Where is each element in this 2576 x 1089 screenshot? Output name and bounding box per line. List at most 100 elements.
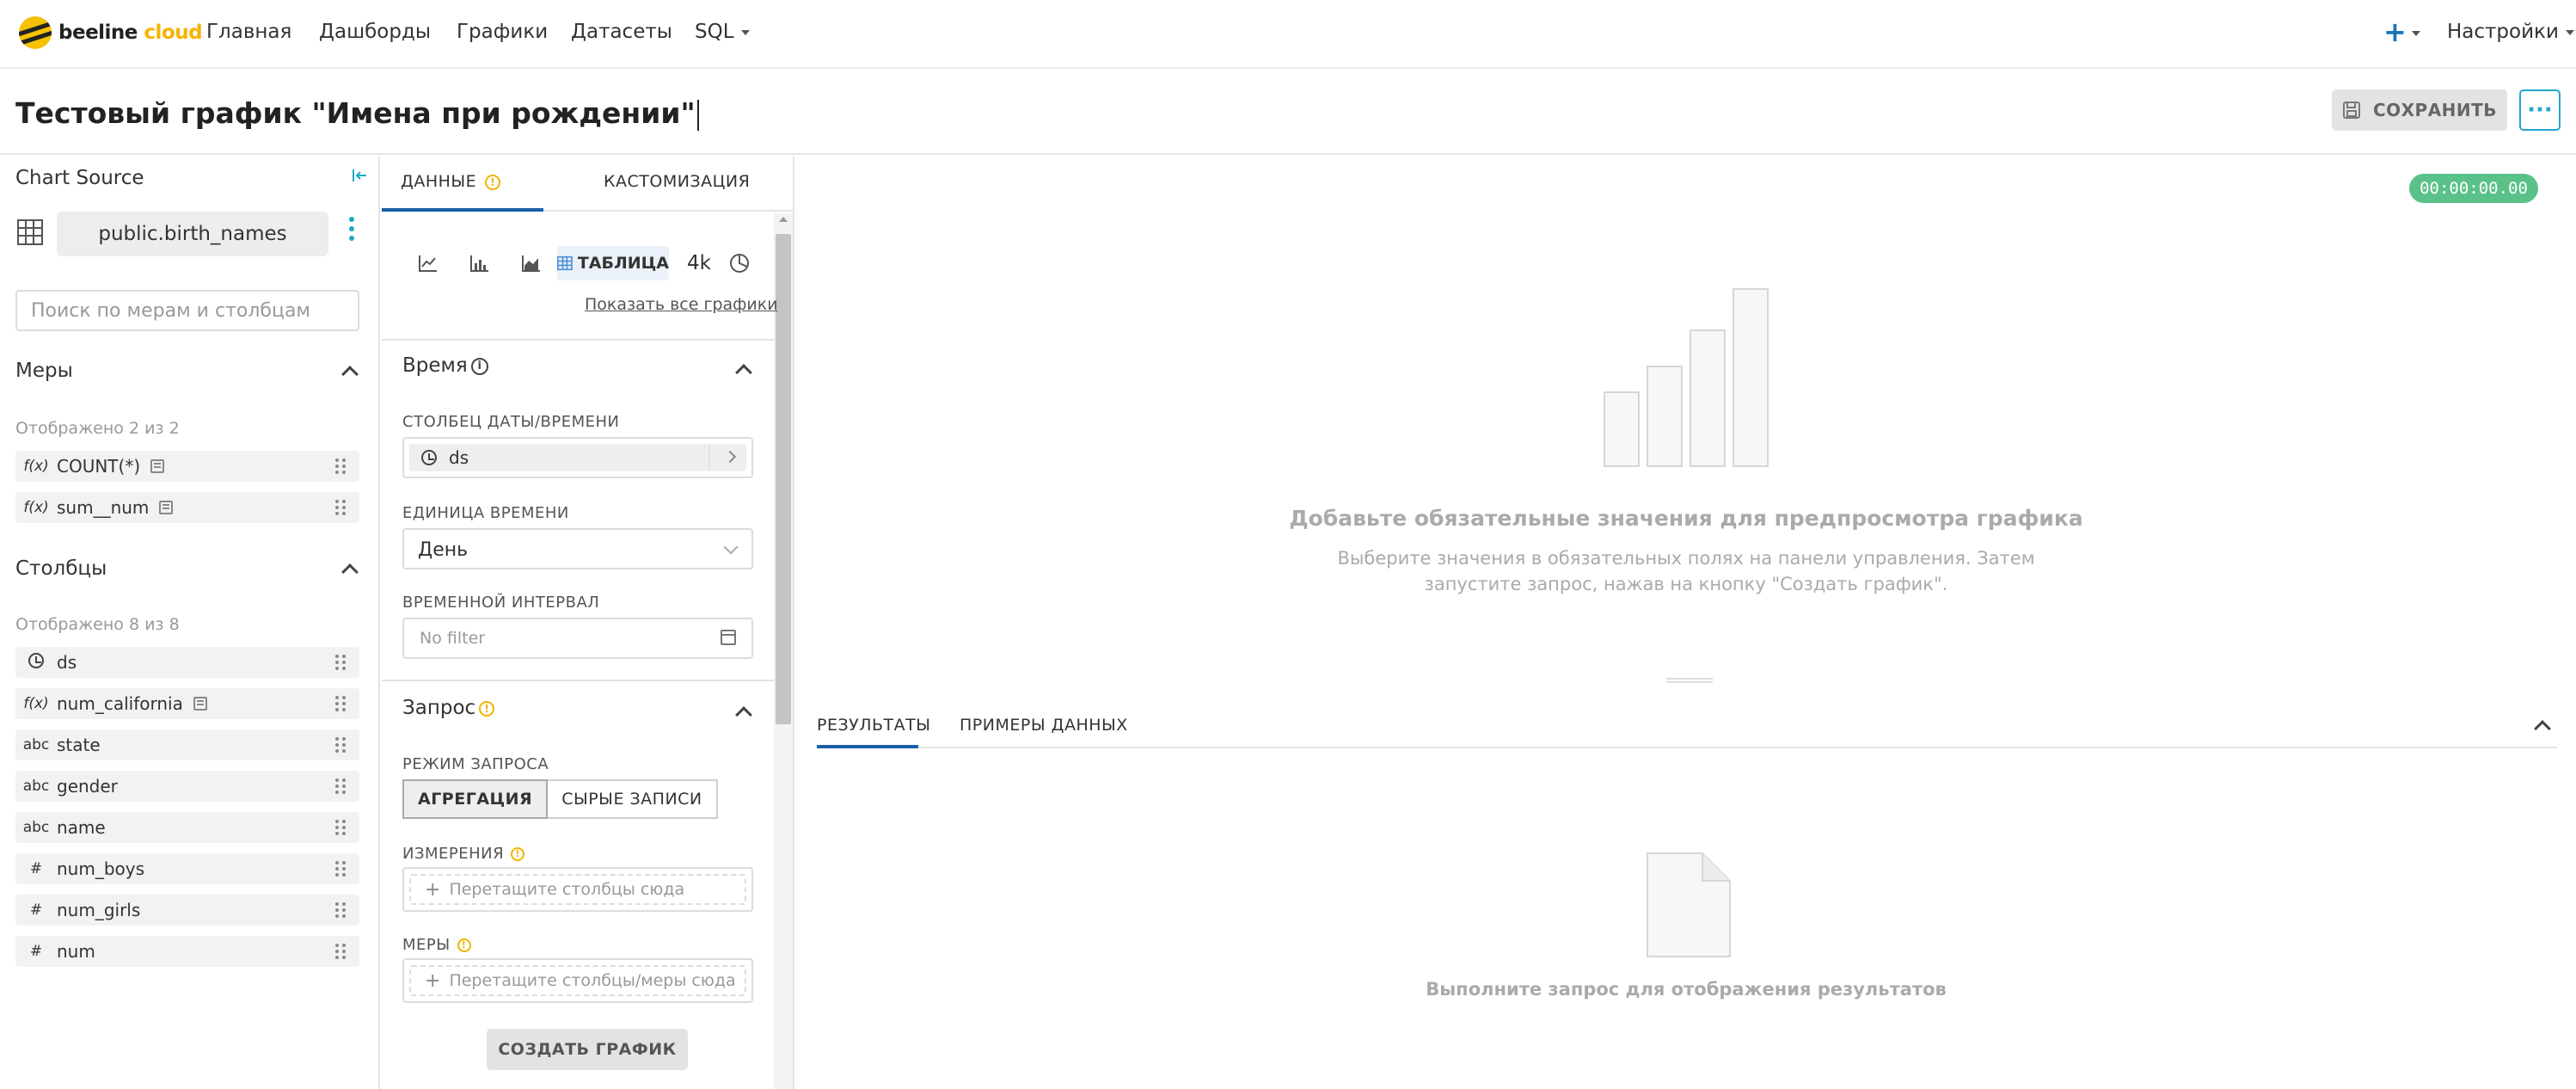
tab-customize[interactable]: КАСТОМИЗАЦИЯ	[604, 172, 750, 191]
query-mode-raw-button[interactable]: СЫРЫЕ ЗАПИСИ	[548, 779, 718, 819]
column-item[interactable]: abc state	[15, 729, 359, 760]
query-mode-label: РЕЖИМ ЗАПРОСА	[402, 755, 549, 773]
metrics-placeholder: Перетащите столбцы/меры сюда	[449, 971, 736, 990]
bar-chart-icon[interactable]	[454, 246, 506, 280]
drag-handle-icon[interactable]	[335, 458, 346, 474]
datasource-name[interactable]: public.birth_names	[57, 212, 328, 256]
drag-handle-icon[interactable]	[335, 861, 346, 877]
scrollbar-thumb[interactable]	[776, 234, 791, 724]
dimensions-drop-target[interactable]: + Перетащите столбцы сюда	[409, 874, 746, 905]
drag-handle-icon[interactable]	[335, 944, 346, 959]
datasource-menu-icon[interactable]	[349, 217, 354, 241]
calculator-icon	[159, 501, 174, 514]
time-column-value: ds	[449, 447, 469, 468]
drag-handle-icon[interactable]	[335, 696, 346, 711]
tab-samples[interactable]: ПРИМЕРЫ ДАННЫХ	[960, 716, 1128, 735]
nav-item-sql[interactable]: SQL	[695, 21, 750, 43]
time-column-select[interactable]: ds	[402, 437, 753, 478]
brand-logo[interactable]: beeline cloud	[19, 15, 203, 50]
resize-handle[interactable]	[1666, 678, 1713, 683]
section-divider	[382, 339, 774, 341]
chart-title-input[interactable]: Тестовый график "Имена при рождении"	[15, 96, 699, 131]
warning-icon: !	[457, 938, 471, 952]
dimensions-label: ИЗМЕРЕНИЯ!	[402, 845, 525, 863]
new-item-menu[interactable]: +	[2383, 15, 2420, 48]
columns-count: Отображено 8 из 8	[15, 615, 180, 634]
drag-handle-icon[interactable]	[335, 902, 346, 918]
metrics-drop-target[interactable]: + Перетащите столбцы/меры сюда	[409, 965, 746, 996]
string-type-icon: abc	[22, 736, 50, 754]
time-grain-select[interactable]: День	[402, 528, 753, 569]
table-icon	[557, 255, 573, 271]
column-item[interactable]: # num	[15, 936, 359, 967]
drag-handle-icon[interactable]	[335, 737, 346, 753]
chevron-down-icon	[2565, 29, 2574, 35]
more-actions-button[interactable]: ···	[2519, 89, 2561, 131]
warning-icon: !	[485, 174, 501, 190]
top-navbar: beeline cloud Главная Дашборды Графики Д…	[0, 0, 2576, 69]
drag-handle-icon[interactable]	[335, 655, 346, 670]
chevron-up-icon[interactable]	[341, 366, 359, 383]
viz-table-label: ТАБЛИЦА	[577, 254, 669, 273]
query-section-title[interactable]: Запрос!	[402, 697, 495, 719]
column-item[interactable]: ds	[15, 647, 359, 678]
control-panel: ДАННЫЕ! КАСТОМИЗАЦИЯ ТАБЛИЦА 4k Показать…	[382, 157, 794, 1089]
line-chart-icon[interactable]	[402, 246, 454, 280]
collapse-panel-icon[interactable]	[351, 167, 368, 189]
brand-name: beeline cloud	[58, 22, 203, 44]
column-item[interactable]: f(x) num_california	[15, 688, 359, 719]
warning-icon: !	[511, 847, 525, 861]
chart-container: 00:00:00.00 Добавьте обязательные значен…	[796, 157, 2576, 1089]
warning-icon: !	[479, 700, 495, 717]
nav-item-datasets[interactable]: Датасеты	[571, 21, 672, 43]
drag-handle-icon[interactable]	[335, 500, 346, 515]
nav-item-home[interactable]: Главная	[206, 21, 291, 43]
chevron-up-icon[interactable]	[735, 706, 752, 723]
column-item[interactable]: # num_girls	[15, 895, 359, 926]
time-range-value: No filter	[420, 629, 486, 648]
metric-item[interactable]: f(x) sum__num	[15, 492, 359, 523]
columns-section-title[interactable]: Столбцы	[15, 557, 107, 580]
column-item[interactable]: abc gender	[15, 771, 359, 802]
tab-data[interactable]: ДАННЫЕ!	[401, 172, 501, 191]
dimensions-dropzone[interactable]: + Перетащите столбцы сюда	[402, 867, 753, 912]
create-chart-button[interactable]: СОЗДАТЬ ГРАФИК	[487, 1029, 688, 1070]
metrics-section-title[interactable]: Меры	[15, 360, 73, 382]
show-all-charts-link[interactable]: Показать все графики	[585, 295, 778, 314]
plus-icon: +	[2383, 15, 2407, 48]
beeline-logo-icon	[19, 16, 52, 49]
column-name: ds	[57, 652, 77, 673]
field-search-input[interactable]: Поиск по мерам и столбцам	[15, 290, 359, 331]
nav-item-charts[interactable]: Графики	[457, 21, 548, 43]
nav-item-dashboards[interactable]: Дашборды	[319, 21, 431, 43]
plus-icon: +	[425, 878, 441, 901]
function-icon: f(x)	[23, 458, 49, 475]
column-item[interactable]: # num_boys	[15, 853, 359, 884]
query-timer: 00:00:00.00	[2409, 174, 2538, 203]
time-column-pill[interactable]: ds	[409, 444, 746, 471]
metric-item[interactable]: f(x) COUNT(*)	[15, 451, 359, 482]
big-number-viz[interactable]: 4k	[669, 246, 729, 280]
settings-menu[interactable]: Настройки	[2447, 21, 2574, 43]
metrics-label: МЕРЫ!	[402, 936, 471, 954]
drag-handle-icon[interactable]	[335, 778, 346, 794]
save-button[interactable]: СОХРАНИТЬ	[2332, 89, 2507, 131]
time-section-title[interactable]: Время i	[402, 354, 488, 377]
query-mode-aggregate-button[interactable]: АГРЕГАЦИЯ	[402, 779, 549, 819]
metrics-dropzone[interactable]: + Перетащите столбцы/меры сюда	[402, 958, 753, 1003]
drag-handle-icon[interactable]	[335, 820, 346, 835]
scroll-up-icon[interactable]	[779, 217, 788, 222]
time-column-label: СТОЛБЕЦ ДАТЫ/ВРЕМЕНИ	[402, 413, 620, 431]
chevron-up-icon[interactable]	[735, 364, 752, 381]
column-item[interactable]: abc name	[15, 812, 359, 843]
chevron-up-icon[interactable]	[341, 563, 359, 581]
viz-table-selected[interactable]: ТАБЛИЦА	[557, 246, 669, 280]
tab-results[interactable]: РЕЗУЛЬТАТЫ	[817, 716, 931, 735]
datasource-panel: Chart Source public.birth_names Поиск по…	[0, 157, 380, 1089]
chevron-up-icon[interactable]	[2534, 720, 2551, 737]
plus-icon: +	[425, 969, 441, 992]
time-range-picker[interactable]: No filter	[402, 618, 753, 659]
pie-chart-icon[interactable]	[729, 246, 764, 280]
area-chart-icon[interactable]	[506, 246, 557, 280]
chevron-right-icon[interactable]	[723, 450, 737, 464]
